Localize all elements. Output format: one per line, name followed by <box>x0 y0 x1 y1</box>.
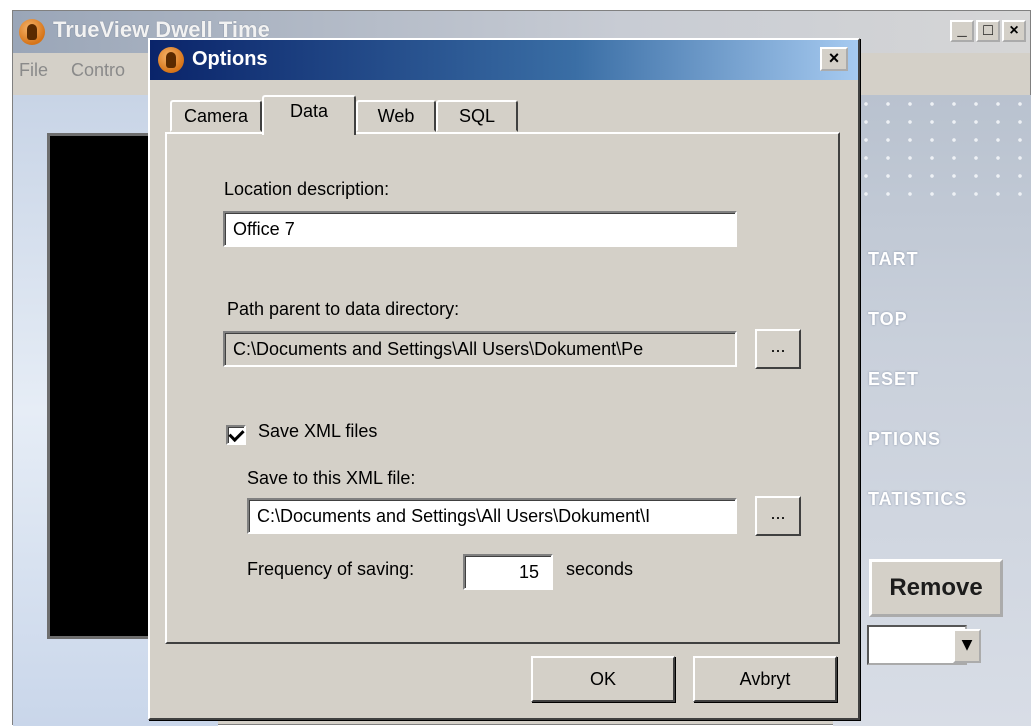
start-button[interactable]: TART <box>868 249 919 270</box>
chevron-down-icon[interactable]: ▼ <box>953 629 981 663</box>
location-description-input[interactable]: Office 7 <box>223 211 737 247</box>
data-tab-panel: Location description: Office 7 Path pare… <box>165 132 840 644</box>
app-person-icon <box>19 19 45 45</box>
maximize-button[interactable]: □ <box>976 20 1000 42</box>
dialog-close-button[interactable]: × <box>820 47 848 71</box>
app-person-icon <box>158 47 184 73</box>
camera-select[interactable]: ▼ <box>867 625 981 665</box>
decorative-dots <box>833 95 1031 205</box>
menu-file[interactable]: File <box>19 60 48 81</box>
frequency-input[interactable]: 15 <box>463 554 553 590</box>
save-xml-label[interactable]: Save XML files <box>258 421 377 442</box>
xml-file-browse-button[interactable]: ... <box>755 496 801 536</box>
menu-control[interactable]: Contro <box>71 60 125 81</box>
reset-button[interactable]: ESET <box>868 369 919 390</box>
remove-button[interactable]: Remove <box>869 559 1003 617</box>
tab-camera[interactable]: Camera <box>170 100 262 132</box>
dialog-title: Options <box>192 48 268 70</box>
statistics-button[interactable]: TATISTICS <box>868 489 967 510</box>
minimize-button[interactable]: _ <box>950 20 974 42</box>
data-path-field[interactable]: C:\Documents and Settings\All Users\Doku… <box>223 331 737 367</box>
data-path-browse-button[interactable]: ... <box>755 329 801 369</box>
options-dialog: Options × Camera Data Web SQL Location d… <box>148 38 860 720</box>
xml-file-label: Save to this XML file: <box>247 468 416 488</box>
cancel-button[interactable]: Avbryt <box>693 656 837 702</box>
frequency-unit-label: seconds <box>566 559 634 579</box>
stop-button[interactable]: TOP <box>868 309 908 330</box>
dialog-titlebar[interactable]: Options × <box>150 40 858 80</box>
control-panel: TART TOP ESET PTIONS TATISTICS Remove ▼ <box>833 95 1031 726</box>
tab-data[interactable]: Data <box>262 95 356 135</box>
location-description-label: Location description: <box>224 179 390 199</box>
close-button[interactable]: × <box>1002 20 1026 42</box>
ok-button[interactable]: OK <box>531 656 675 702</box>
options-button[interactable]: PTIONS <box>868 429 941 450</box>
data-path-label: Path parent to data directory: <box>227 299 460 319</box>
tab-web[interactable]: Web <box>356 100 436 132</box>
tab-sql[interactable]: SQL <box>436 100 518 132</box>
xml-file-input[interactable]: C:\Documents and Settings\All Users\Doku… <box>247 498 737 534</box>
save-xml-checkbox[interactable] <box>226 425 246 445</box>
frequency-label: Frequency of saving: <box>247 559 415 579</box>
